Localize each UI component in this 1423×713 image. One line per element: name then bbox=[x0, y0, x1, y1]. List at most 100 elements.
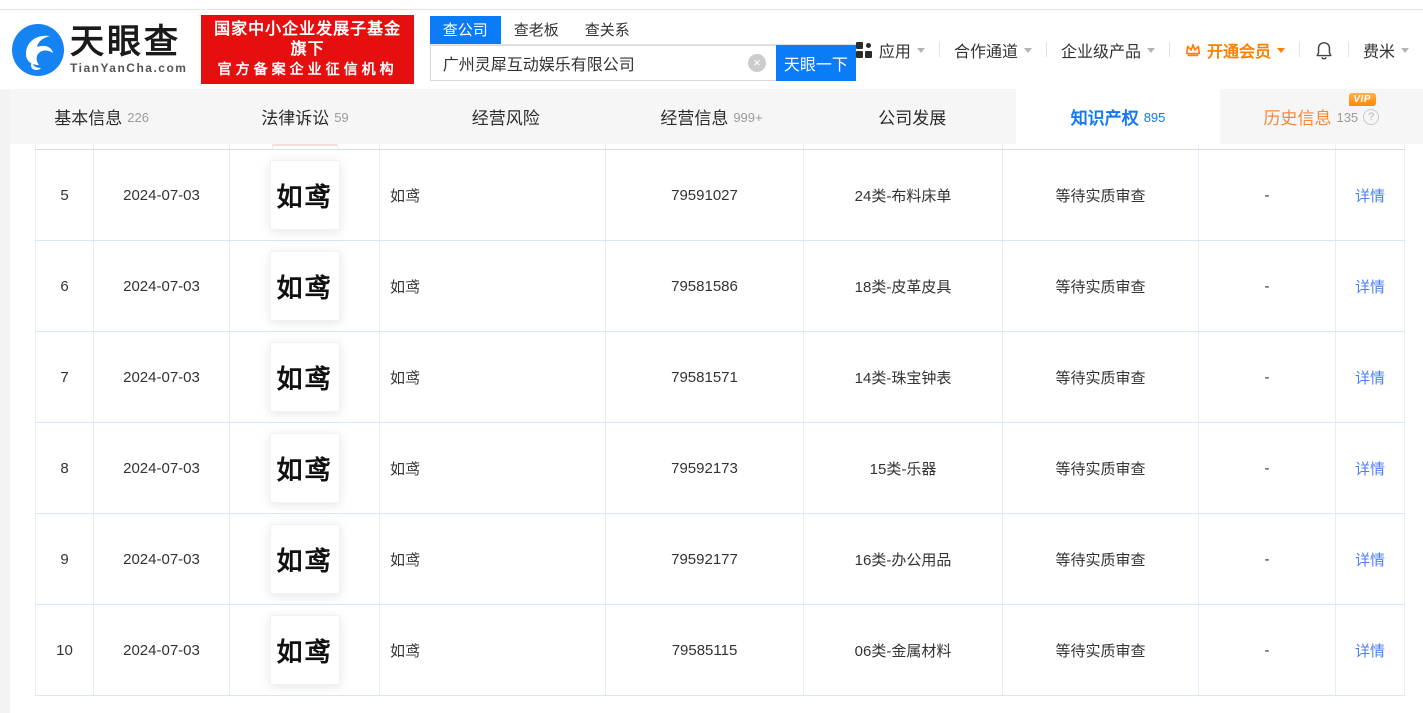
chevron-down-icon bbox=[1023, 48, 1032, 53]
tab-count: 59 bbox=[334, 110, 349, 125]
apply-date: 2024-07-03 bbox=[94, 423, 230, 513]
search-button[interactable]: 天眼一下 bbox=[775, 45, 856, 81]
menu-partner-channel[interactable]: 合作通道 bbox=[954, 38, 1032, 62]
trademark-status: 等待实质审查 bbox=[1003, 241, 1199, 331]
search-tab-company[interactable]: 查公司 bbox=[429, 16, 501, 44]
tab-label: 历史信息 bbox=[1263, 109, 1332, 128]
clear-icon[interactable]: × bbox=[747, 54, 766, 72]
trademark-image[interactable]: 如鸢 bbox=[269, 342, 340, 412]
table-row: 10 2024-07-03 如鸢 如鸢 79585115 06类-金属材料 等待… bbox=[35, 605, 1405, 696]
company-nav-tabbar: 基本信息 226 法律诉讼 59 经营风险 经营信息 999+ 公司发展 知识产… bbox=[0, 89, 1423, 144]
row-index: 8 bbox=[35, 423, 94, 513]
trademark-image[interactable]: 如鸢 bbox=[269, 160, 340, 230]
apply-date: 2024-07-03 bbox=[94, 241, 230, 331]
chevron-down-icon bbox=[1401, 48, 1409, 53]
tab-count: 895 bbox=[1143, 110, 1166, 125]
menu-enterprise-label: 企业级产品 bbox=[1060, 43, 1141, 61]
site-header: 天眼查 TianYanCha.com 国家中小企业发展子基金旗下 官方备案企业征… bbox=[0, 10, 1423, 89]
detail-link[interactable]: 详情 bbox=[1355, 185, 1385, 206]
registration-number: 79585115 bbox=[606, 605, 804, 695]
trademark-name: 如鸢 bbox=[380, 150, 606, 240]
menu-user-account[interactable]: 费米 bbox=[1363, 38, 1409, 62]
tab-label: 经营信息 bbox=[660, 109, 729, 128]
badge-line2: 官方备案企业征信机构 bbox=[217, 61, 398, 77]
tab-count: 226 bbox=[127, 110, 149, 125]
tab-intellectual-property[interactable]: 知识产权 895 bbox=[1016, 89, 1220, 144]
menu-divider bbox=[938, 42, 940, 57]
trademark-image[interactable]: 如鸢 bbox=[269, 615, 340, 685]
tab-label: 经营风险 bbox=[471, 109, 540, 128]
badge-line1: 国家中小企业发展子基金旗下 bbox=[214, 21, 402, 58]
chevron-down-icon bbox=[1146, 48, 1155, 53]
table-row: 6 2024-07-03 如鸢 如鸢 79581586 18类-皮革皮具 等待实… bbox=[35, 241, 1405, 332]
tab-basic-info[interactable]: 基本信息 226 bbox=[0, 89, 203, 144]
menu-partner-label: 合作通道 bbox=[953, 43, 1018, 61]
trademark-status: 等待实质审查 bbox=[1003, 514, 1199, 604]
tab-history-info[interactable]: VIP 历史信息 135 ? bbox=[1220, 89, 1423, 144]
row-index: 10 bbox=[35, 605, 94, 695]
gov-certification-badge: 国家中小企业发展子基金旗下 官方备案企业征信机构 bbox=[201, 15, 414, 84]
top-divider bbox=[0, 0, 1423, 10]
trademark-table: 5 2024-07-03 如鸢 如鸢 79591027 24类-布料床单 等待实… bbox=[35, 144, 1405, 696]
tab-label: 知识产权 bbox=[1070, 109, 1139, 128]
trademark-image[interactable]: 如鸢 bbox=[269, 524, 340, 594]
trademark-image-cell: 如鸢 bbox=[230, 423, 380, 513]
detail-link[interactable]: 详情 bbox=[1355, 458, 1385, 479]
user-nickname: 费米 bbox=[1362, 43, 1395, 61]
menu-enterprise-products[interactable]: 企业级产品 bbox=[1061, 38, 1155, 62]
extra-dash: - bbox=[1199, 241, 1336, 331]
tab-count: 999+ bbox=[733, 110, 763, 125]
detail-link[interactable]: 详情 bbox=[1355, 367, 1385, 388]
search-input[interactable] bbox=[429, 45, 776, 81]
trademark-image[interactable]: 如鸢 bbox=[269, 433, 340, 503]
search-tab-boss[interactable]: 查老板 bbox=[501, 16, 572, 44]
search-tab-relation[interactable]: 查关系 bbox=[572, 16, 643, 44]
search-area: 查公司 查老板 查关系 × 天眼一下 bbox=[429, 16, 856, 81]
trademark-image-cell: 如鸢 bbox=[230, 150, 380, 240]
tab-company-development[interactable]: 公司发展 bbox=[813, 89, 1016, 144]
row-index: 5 bbox=[35, 150, 94, 240]
apply-date: 2024-07-03 bbox=[94, 605, 230, 695]
menu-divider bbox=[1045, 42, 1047, 57]
tab-business-info[interactable]: 经营信息 999+ bbox=[610, 89, 813, 144]
trademark-name: 如鸢 bbox=[380, 241, 606, 331]
table-row: 5 2024-07-03 如鸢 如鸢 79591027 24类-布料床单 等待实… bbox=[35, 150, 1405, 241]
tianyancha-logo-icon bbox=[12, 23, 64, 76]
extra-dash: - bbox=[1199, 332, 1336, 422]
tab-business-risk[interactable]: 经营风险 bbox=[407, 89, 610, 144]
tianyancha-logo[interactable]: 天眼查 TianYanCha.com bbox=[12, 23, 188, 76]
chevron-down-icon bbox=[916, 48, 925, 53]
menu-divider bbox=[1298, 42, 1300, 57]
trademark-name: 如鸢 bbox=[380, 605, 606, 695]
top-menu: 应用 合作通道 企业级产品 开通会员 费米 bbox=[855, 38, 1409, 62]
table-row: 7 2024-07-03 如鸢 如鸢 79581571 14类-珠宝钟表 等待实… bbox=[35, 332, 1405, 423]
detail-link[interactable]: 详情 bbox=[1355, 640, 1385, 661]
app-grid-icon bbox=[855, 41, 872, 58]
trademark-status: 等待实质审查 bbox=[1003, 423, 1199, 513]
bell-icon[interactable] bbox=[1314, 41, 1334, 61]
menu-open-vip[interactable]: 开通会员 bbox=[1184, 38, 1285, 62]
menu-apps[interactable]: 应用 bbox=[855, 38, 925, 62]
trademark-image-cell: 如鸢 bbox=[230, 241, 380, 331]
chevron-down-icon bbox=[1276, 48, 1285, 53]
table-row: 8 2024-07-03 如鸢 如鸢 79592173 15类-乐器 等待实质审… bbox=[35, 423, 1405, 514]
apply-date: 2024-07-03 bbox=[94, 514, 230, 604]
menu-vip-label: 开通会员 bbox=[1206, 43, 1271, 61]
trademark-name: 如鸢 bbox=[380, 514, 606, 604]
trademark-image-cutoff bbox=[271, 144, 338, 149]
brand-domain: TianYanCha.com bbox=[70, 61, 188, 75]
registration-number: 79581586 bbox=[606, 241, 804, 331]
row-index: 6 bbox=[35, 241, 94, 331]
detail-link[interactable]: 详情 bbox=[1355, 549, 1385, 570]
trademark-image-cell: 如鸢 bbox=[230, 514, 380, 604]
row-index: 7 bbox=[35, 332, 94, 422]
trademark-image-cell: 如鸢 bbox=[230, 605, 380, 695]
row-index: 9 bbox=[35, 514, 94, 604]
trademark-image[interactable]: 如鸢 bbox=[269, 251, 340, 321]
detail-link[interactable]: 详情 bbox=[1355, 276, 1385, 297]
help-icon[interactable]: ? bbox=[1363, 108, 1380, 125]
extra-dash: - bbox=[1199, 514, 1336, 604]
trademark-category: 24类-布料床单 bbox=[804, 150, 1003, 240]
tab-legal-litigation[interactable]: 法律诉讼 59 bbox=[203, 89, 406, 144]
brand-name: 天眼查 bbox=[70, 23, 181, 61]
